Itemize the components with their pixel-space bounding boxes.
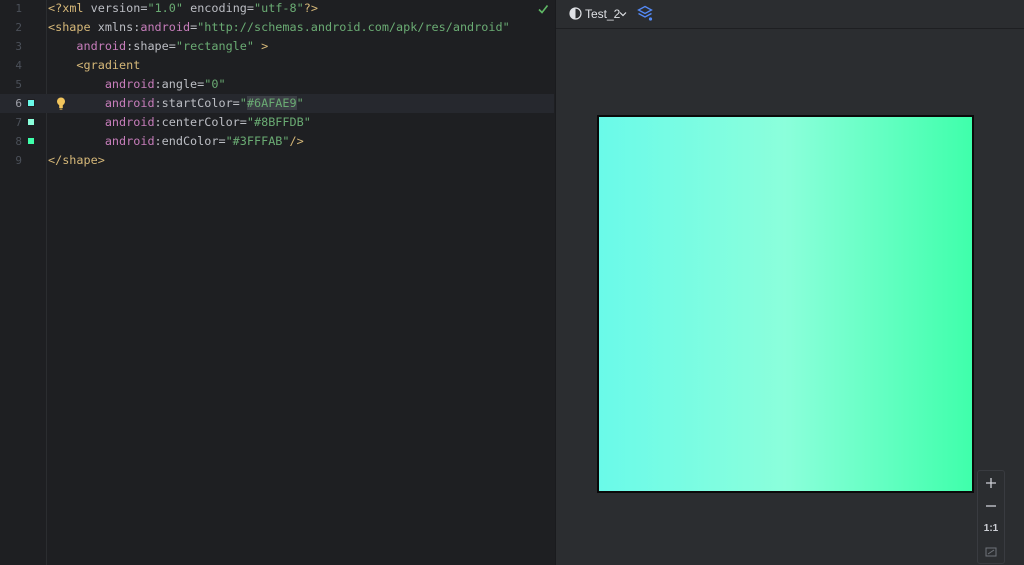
code-token: xml bbox=[62, 1, 91, 15]
code-token: android bbox=[104, 96, 155, 110]
gradient-shape-preview bbox=[597, 115, 974, 493]
code-token: android bbox=[76, 39, 127, 53]
line-number[interactable]: 2 bbox=[0, 18, 22, 37]
zoom-in-button[interactable] bbox=[978, 471, 1004, 494]
code-token: " bbox=[296, 96, 304, 110]
preview-canvas[interactable]: 1:1 bbox=[556, 29, 1024, 565]
code-line[interactable]: 1 <?xml version="1.0" encoding="utf-8"?> bbox=[0, 0, 554, 18]
code-line[interactable]: 9 </shape> bbox=[0, 151, 554, 170]
code-text[interactable]: android:angle="0" bbox=[48, 75, 226, 94]
code-token: :shape= bbox=[126, 39, 176, 53]
line-number[interactable]: 4 bbox=[0, 56, 22, 75]
code-text[interactable]: android:shape="rectangle" > bbox=[48, 37, 268, 56]
code-text[interactable]: <shape xmlns:android="http://schemas.and… bbox=[48, 18, 510, 37]
code-token: :endColor= bbox=[154, 134, 226, 148]
code-token: android bbox=[104, 134, 155, 148]
code-token: <shape bbox=[48, 20, 98, 34]
line-number[interactable]: 8 bbox=[0, 132, 22, 151]
code-line[interactable]: 7 android:centerColor="#8BFFDB" bbox=[0, 113, 554, 132]
design-preview-panel: Test_2 1:1 bbox=[555, 0, 1024, 565]
code-text[interactable]: android:startColor="#6AFAE9" bbox=[48, 94, 304, 113]
code-text[interactable]: </shape> bbox=[48, 151, 105, 170]
code-token: </shape> bbox=[48, 153, 105, 167]
code-token: :centerColor= bbox=[154, 115, 247, 129]
actual-size-button[interactable]: 1:1 bbox=[978, 517, 1004, 540]
code-text[interactable]: <gradient bbox=[48, 56, 140, 75]
code-text[interactable]: <?xml version="1.0" encoding="utf-8"?> bbox=[48, 0, 318, 18]
code-token: android bbox=[104, 115, 155, 129]
line-number[interactable]: 3 bbox=[0, 37, 22, 56]
code-token: "1.0" bbox=[147, 1, 183, 15]
contrast-icon[interactable] bbox=[569, 7, 582, 20]
code-token: "http://schemas.android.com/apk/res/andr… bbox=[197, 20, 510, 34]
code-text[interactable]: android:centerColor="#8BFFDB" bbox=[48, 113, 311, 132]
code-text[interactable]: android:endColor="#3FFFAB"/> bbox=[48, 132, 304, 151]
fit-screen-icon bbox=[985, 547, 997, 556]
code-token: "#3FFFAB" bbox=[225, 134, 290, 148]
code-token: " bbox=[239, 96, 247, 110]
line-number[interactable]: 1 bbox=[0, 0, 22, 18]
zoom-controls: 1:1 bbox=[977, 470, 1005, 564]
line-number[interactable]: 6 bbox=[0, 94, 22, 113]
code-token: android bbox=[104, 77, 155, 91]
code-token: "0" bbox=[204, 77, 226, 91]
actual-size-label: 1:1 bbox=[983, 523, 999, 534]
color-swatch-icon[interactable] bbox=[27, 99, 35, 107]
code-line[interactable]: 3 android:shape="rectangle" > bbox=[0, 37, 554, 56]
code-token: ?> bbox=[303, 1, 318, 15]
line-number[interactable]: 5 bbox=[0, 75, 22, 94]
code-editor[interactable]: 1 <?xml version="1.0" encoding="utf-8"?> 2… bbox=[0, 0, 554, 565]
code-line[interactable]: 5 android:angle="0" bbox=[0, 75, 554, 94]
code-token: version= bbox=[90, 1, 148, 15]
layers-icon[interactable] bbox=[637, 5, 653, 22]
fit-screen-button[interactable] bbox=[978, 540, 1004, 563]
code-token: <gradient bbox=[76, 58, 141, 72]
color-swatch-icon[interactable] bbox=[27, 137, 35, 145]
code-line[interactable]: 2 <shape xmlns:android="http://schemas.an… bbox=[0, 18, 554, 37]
code-token: <? bbox=[48, 1, 63, 15]
line-number[interactable]: 9 bbox=[0, 151, 22, 170]
line-number[interactable]: 7 bbox=[0, 113, 22, 132]
plus-icon bbox=[986, 477, 996, 488]
chevron-down-icon[interactable] bbox=[619, 10, 627, 18]
code-token: :startColor= bbox=[154, 96, 240, 110]
code-token: "utf-8" bbox=[254, 1, 304, 15]
code-line[interactable]: 4 <gradient bbox=[0, 56, 554, 75]
code-token: encoding= bbox=[182, 1, 255, 15]
minus-icon bbox=[986, 504, 996, 507]
preview-toolbar: Test_2 bbox=[556, 0, 1024, 29]
code-token: "rectangle" bbox=[175, 39, 254, 53]
code-token: > bbox=[254, 39, 269, 53]
code-token: #6AFAE9 bbox=[246, 96, 297, 110]
code-token: :angle= bbox=[154, 77, 205, 91]
code-line[interactable]: 8 android:endColor="#3FFFAB"/> bbox=[0, 132, 554, 151]
code-token: xmlns: bbox=[97, 20, 141, 34]
zoom-out-button[interactable] bbox=[978, 494, 1004, 517]
code-line[interactable]: 6 android:startColor="#6AFAE9" bbox=[0, 94, 554, 113]
code-token: android bbox=[140, 20, 191, 34]
check-icon[interactable] bbox=[536, 2, 550, 16]
code-token: "#8BFFDB" bbox=[246, 115, 311, 129]
code-token: /> bbox=[289, 134, 304, 148]
color-swatch-icon[interactable] bbox=[27, 118, 35, 126]
theme-selector-label[interactable]: Test_2 bbox=[585, 0, 620, 28]
